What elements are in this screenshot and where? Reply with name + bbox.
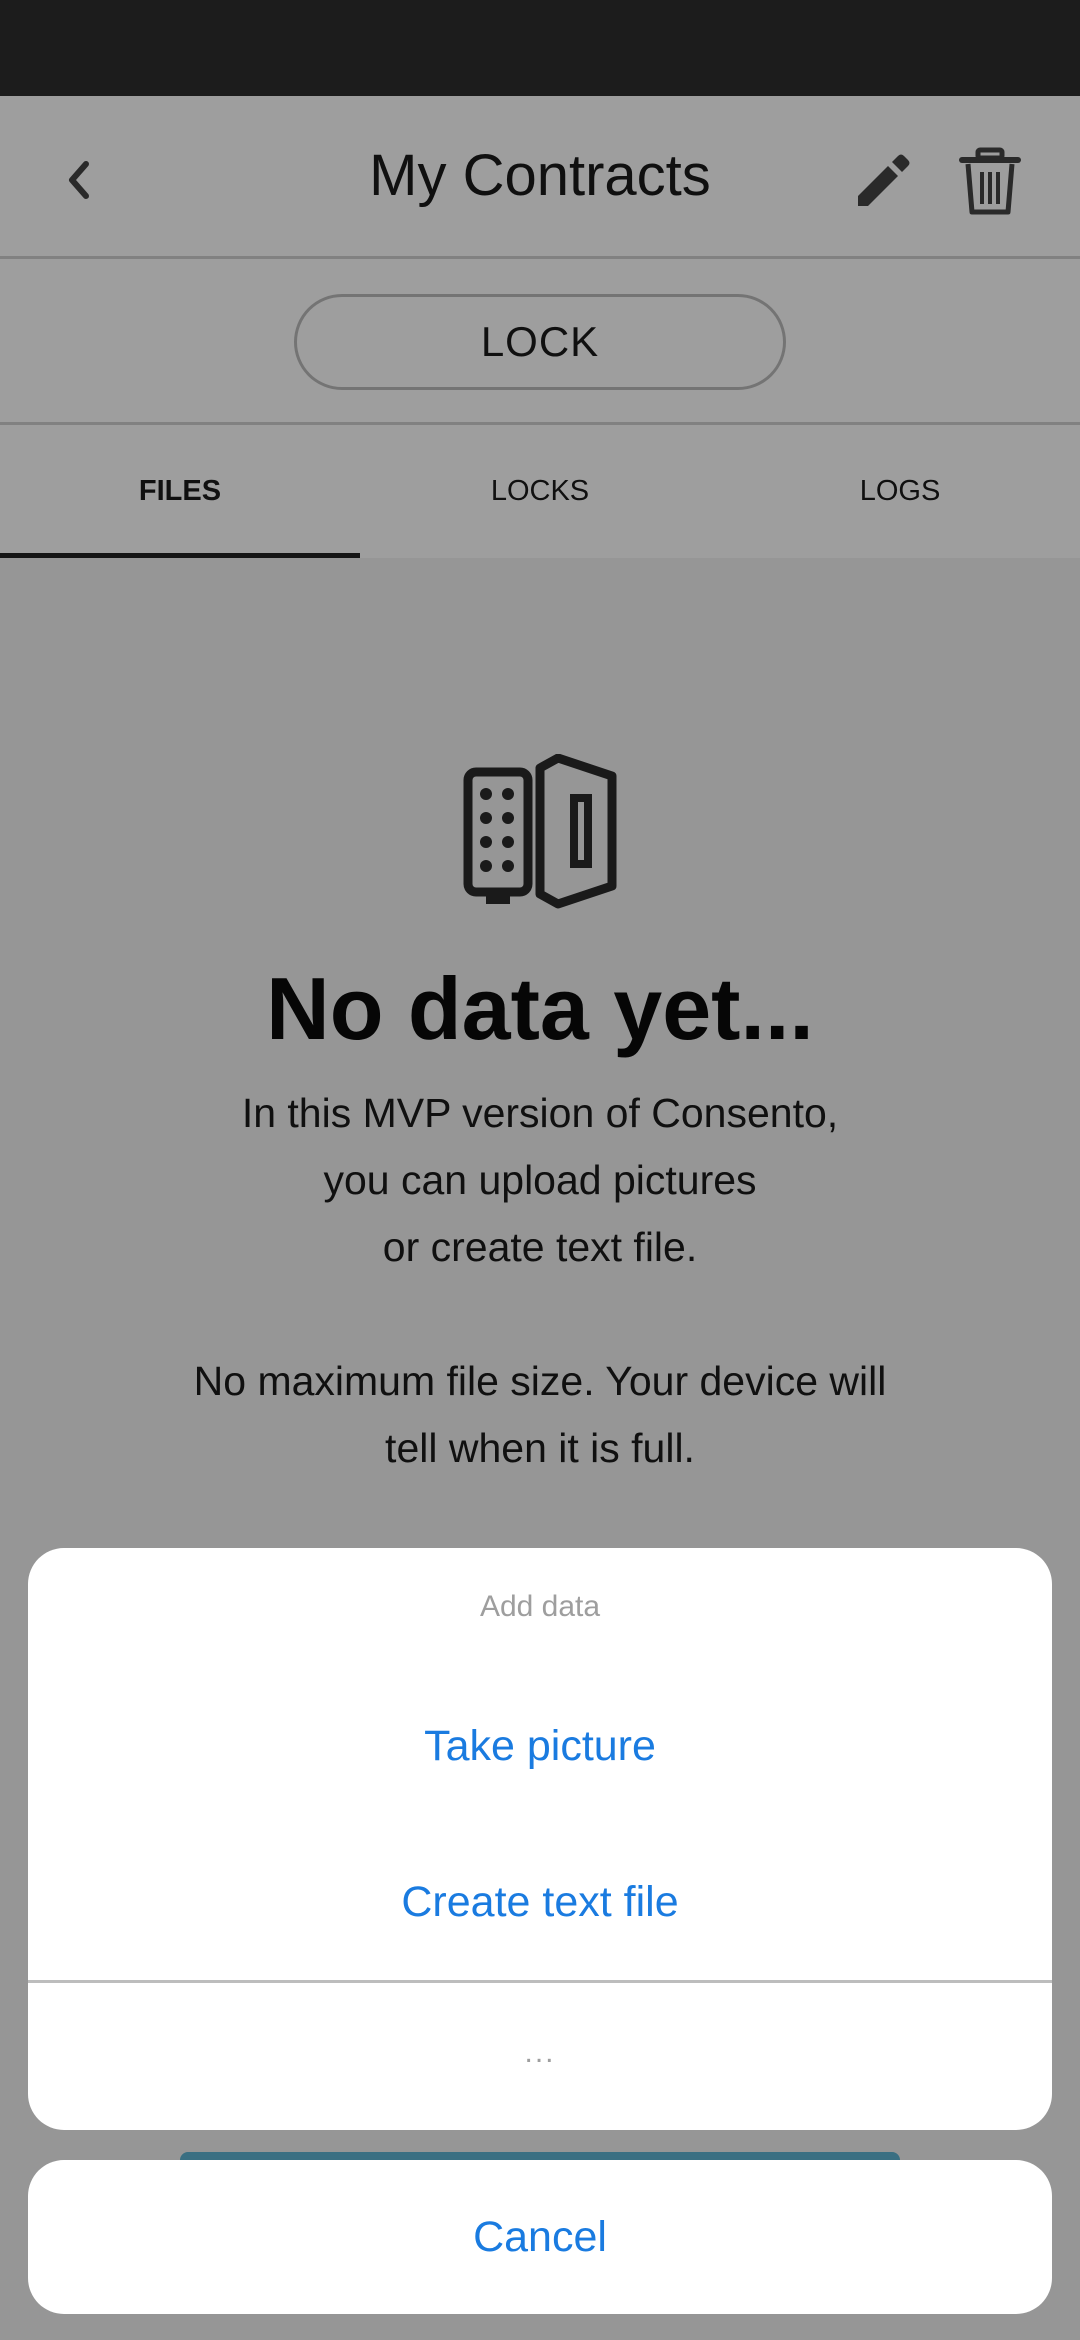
create-text-file-button[interactable]: Create text file [28,1878,1052,1927]
take-picture-button[interactable]: Take picture [28,1722,1052,1771]
more-options-button[interactable]: ... [28,2036,1052,2070]
add-data-action-sheet: Add data Take picture Create text file .… [28,1548,1052,2130]
action-sheet-title: Add data [479,1590,601,1623]
cancel-button[interactable]: Cancel [28,2160,1052,2314]
action-sheet-divider [28,1980,1052,1983]
